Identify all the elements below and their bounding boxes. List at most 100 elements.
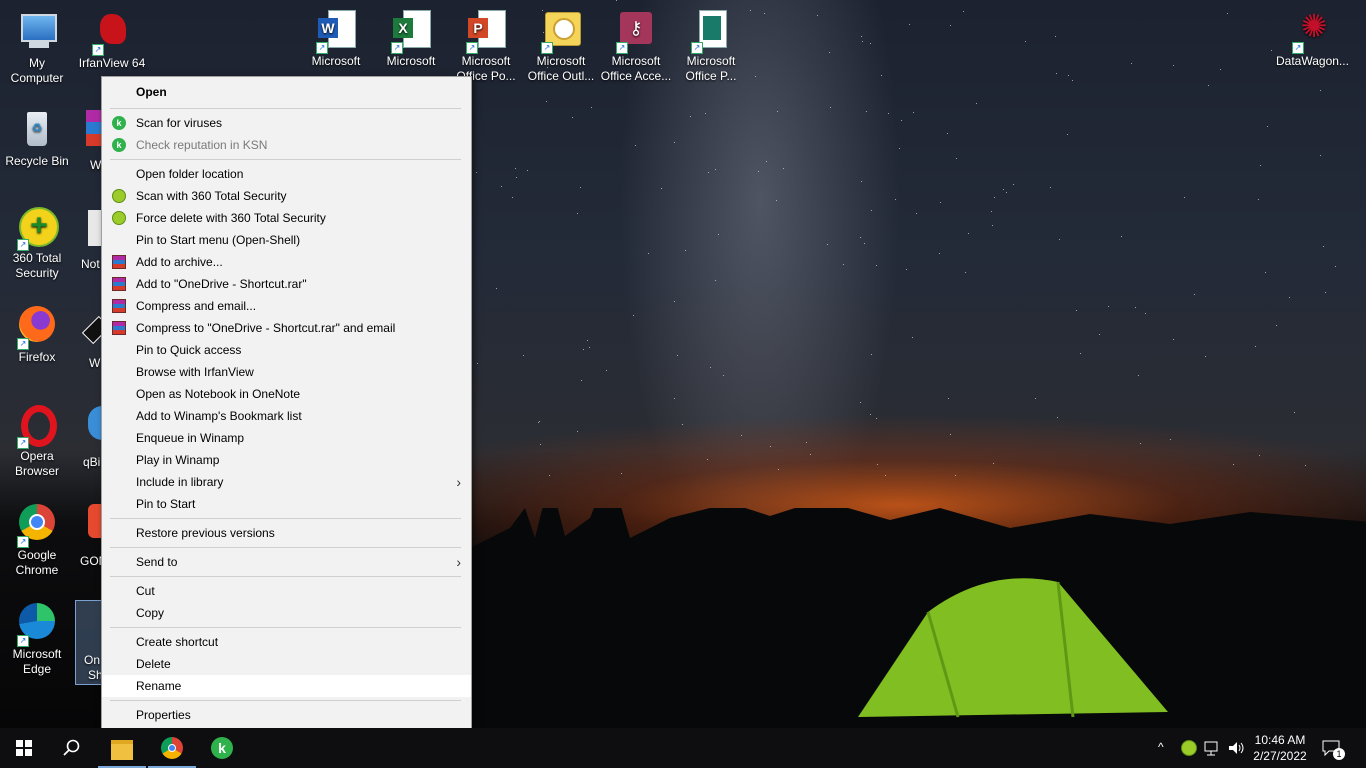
wallpaper-star [1294, 412, 1295, 413]
chevron-right-icon: › [456, 474, 461, 490]
menu-item-send-to[interactable]: Send to › [102, 551, 471, 573]
menu-item-compress-to-rar-email[interactable]: Compress to "OneDrive - Shortcut.rar" an… [102, 317, 471, 339]
wallpaper-star [861, 36, 862, 37]
menu-item-check-reputation-ksn[interactable]: k Check reputation in KSN [102, 134, 471, 156]
datawagon-icon[interactable]: ✺ ↗ DataWagon... [1276, 8, 1349, 69]
icon-label: My Computer [10, 56, 64, 85]
irfanview-icon[interactable]: ↗ IrfanView 64 [76, 10, 148, 71]
firefox-icon[interactable]: ↗ Firefox [1, 304, 73, 365]
microsoft-edge-icon[interactable]: ↗ Microsoft Edge [1, 601, 73, 677]
shortcut-arrow-icon: ↗ [316, 42, 328, 54]
wallpaper-star [1057, 417, 1058, 418]
wallpaper-star [1145, 313, 1146, 314]
google-chrome-icon[interactable]: ↗ Google Chrome [1, 502, 73, 578]
icon-label: DataWagon... [1276, 54, 1349, 68]
taskbar-file-explorer[interactable] [98, 728, 146, 768]
show-hidden-icons-chevron-icon[interactable]: ^ [1158, 740, 1164, 754]
menu-item-create-shortcut[interactable]: Create shortcut [102, 631, 471, 653]
wallpaper-star [965, 272, 966, 273]
wallpaper-star [1068, 75, 1069, 76]
menu-item-delete[interactable]: Delete [102, 653, 471, 675]
wallpaper-star [1184, 197, 1185, 198]
menu-item-pin-start-openshell[interactable]: Pin to Start menu (Open-Shell) [102, 229, 471, 251]
menu-item-compress-email[interactable]: Compress and email... [102, 295, 471, 317]
wallpaper-tent [858, 578, 1168, 718]
menu-item-scan-for-viruses[interactable]: k Scan for viruses [102, 112, 471, 134]
wallpaper-star [783, 168, 784, 169]
search-button[interactable] [48, 728, 96, 768]
menu-item-open-folder-location[interactable]: Open folder location [102, 163, 471, 185]
menu-item-label: Scan for viruses [136, 116, 223, 130]
wallpaper-star [947, 133, 948, 134]
wallpaper-star [1194, 294, 1195, 295]
wallpaper-star [1271, 50, 1272, 51]
wallpaper-star [1289, 297, 1290, 298]
wallpaper-star [1121, 236, 1122, 237]
menu-item-rename[interactable]: Rename [102, 675, 471, 697]
menu-item-open[interactable]: Open [102, 79, 471, 105]
wallpaper-star [871, 210, 872, 211]
wallpaper-star [577, 213, 578, 214]
360-tray-icon[interactable] [1181, 740, 1197, 756]
menu-item-include-in-library[interactable]: Include in library › [102, 471, 471, 493]
opera-icon[interactable]: ↗ Opera Browser [1, 403, 73, 479]
excel-icon[interactable]: X ↗ Microsoft [375, 8, 447, 69]
wallpaper-star [843, 264, 844, 265]
menu-item-pin-quick-access[interactable]: Pin to Quick access [102, 339, 471, 361]
menu-item-properties[interactable]: Properties [102, 704, 471, 726]
menu-item-browse-irfanview[interactable]: Browse with IrfanView [102, 361, 471, 383]
start-button[interactable] [0, 728, 48, 768]
menu-item-enqueue-winamp[interactable]: Enqueue in Winamp [102, 427, 471, 449]
recycle-bin-icon[interactable]: ♻ Recycle Bin [1, 108, 73, 169]
menu-item-label: Browse with IrfanView [136, 365, 254, 379]
taskbar-kaspersky[interactable]: k [198, 728, 246, 768]
menu-item-pin-to-start[interactable]: Pin to Start [102, 493, 471, 515]
my-computer-icon[interactable]: My Computer [1, 10, 73, 86]
gom-player-icon[interactable] [88, 504, 102, 538]
icon-label-peek: On [84, 653, 101, 667]
windows-logo-icon [16, 740, 32, 756]
wallpaper-star [1173, 65, 1174, 66]
menu-item-add-to-rar[interactable]: Add to "OneDrive - Shortcut.rar" [102, 273, 471, 295]
red-cat-icon: ↗ [90, 10, 134, 56]
menu-item-force-delete-360[interactable]: Force delete with 360 Total Security [102, 207, 471, 229]
winrar-icon[interactable] [86, 110, 102, 146]
powerpoint-icon[interactable]: P ↗ Microsoft Office Po... [450, 8, 522, 84]
wallpaper-star [1050, 187, 1051, 188]
menu-item-cut[interactable]: Cut [102, 580, 471, 602]
menu-item-play-winamp[interactable]: Play in Winamp [102, 449, 471, 471]
wallpaper-star [1320, 90, 1321, 91]
clock[interactable]: 10:46 AM 2/27/2022 [1252, 732, 1308, 764]
menu-item-restore-previous-versions[interactable]: Restore previous versions [102, 522, 471, 544]
wallpaper-star [895, 199, 896, 200]
word-logo-icon: W ↗ [314, 8, 358, 54]
wallpaper-star [993, 463, 994, 464]
clock-time: 10:46 AM [1254, 733, 1306, 747]
menu-item-add-to-archive[interactable]: Add to archive... [102, 251, 471, 273]
menu-item-copy[interactable]: Copy [102, 602, 471, 624]
menu-item-winamp-bookmark[interactable]: Add to Winamp's Bookmark list [102, 405, 471, 427]
menu-item-label: Delete [136, 657, 171, 671]
chrome-logo-icon: ↗ [15, 502, 59, 548]
wallpaper-star [885, 475, 886, 476]
taskbar-chrome[interactable] [148, 728, 196, 768]
wallpaper-star [829, 52, 830, 53]
360-security-icon [112, 211, 126, 225]
wallpaper-star [777, 111, 778, 112]
360-total-security-icon[interactable]: + ↗ 360 Total Security [1, 205, 73, 281]
notepad-icon[interactable] [88, 210, 102, 246]
publisher-icon[interactable]: ↗ Microsoft Office P... [675, 8, 747, 84]
wallpaper-star [876, 265, 877, 266]
menu-item-open-onenote[interactable]: Open as Notebook in OneNote [102, 383, 471, 405]
network-icon[interactable] [1204, 740, 1222, 756]
word-icon[interactable]: W ↗ Microsoft [300, 8, 372, 69]
outlook-icon[interactable]: ↗ Microsoft Office Outl... [525, 8, 597, 84]
access-icon[interactable]: ⚷ ↗ Microsoft Office Acce... [600, 8, 672, 84]
wallpaper-star [577, 431, 578, 432]
wallpaper-star [527, 170, 528, 171]
notification-center-button[interactable]: 1 [1322, 738, 1345, 760]
volume-icon[interactable] [1228, 740, 1246, 756]
qbittorrent-icon[interactable] [88, 406, 102, 440]
shortcut-arrow-icon: ↗ [17, 536, 29, 548]
menu-item-scan-360[interactable]: Scan with 360 Total Security [102, 185, 471, 207]
